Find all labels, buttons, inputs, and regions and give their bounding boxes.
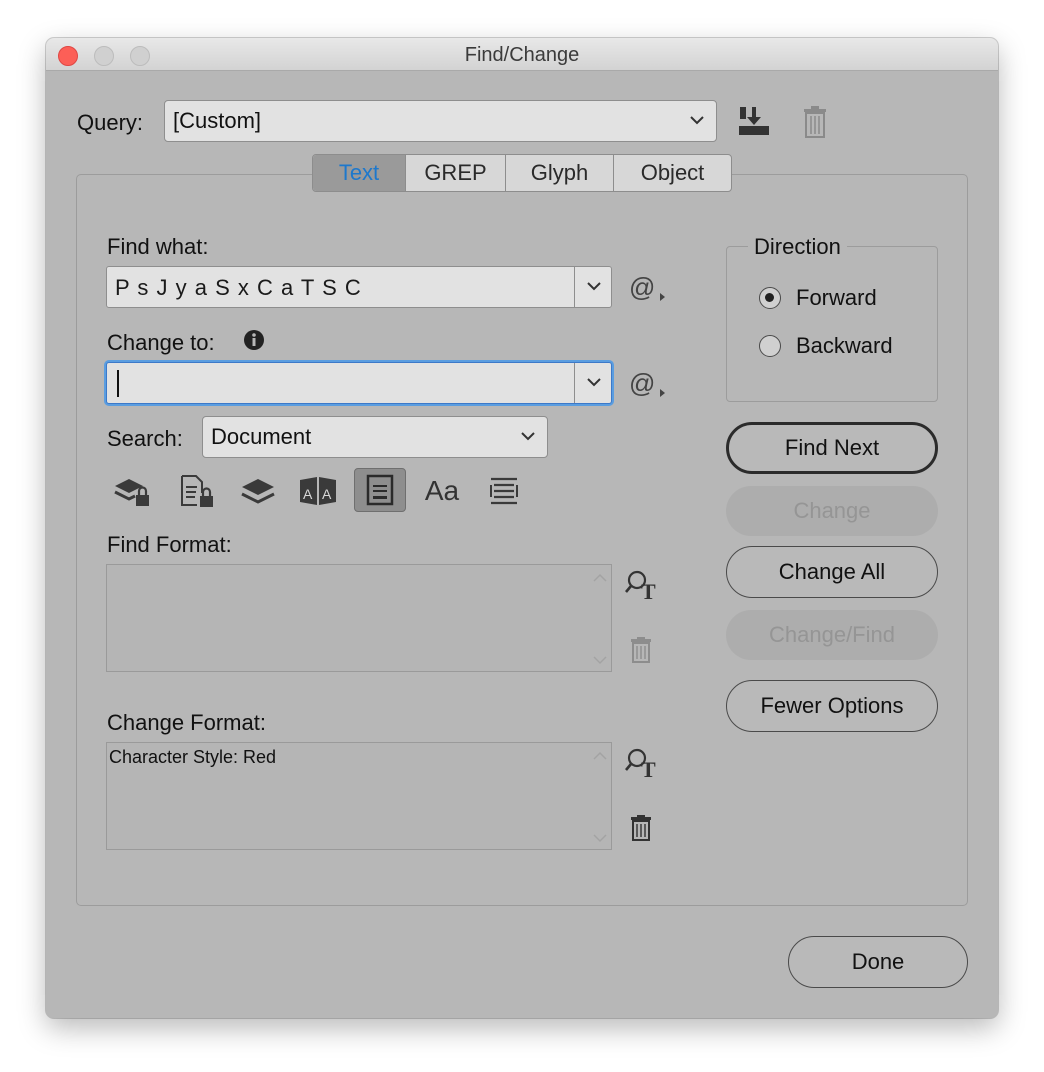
scroll-up-icon[interactable] bbox=[593, 573, 607, 583]
window-title: Find/Change bbox=[464, 44, 580, 66]
delete-query-icon[interactable] bbox=[798, 104, 832, 140]
title-bar: Find/Change bbox=[46, 38, 998, 71]
svg-text:@: @ bbox=[629, 369, 655, 398]
specify-change-format-icon[interactable]: T bbox=[624, 746, 660, 780]
chevron-down-icon bbox=[521, 428, 535, 446]
include-locked-stories-icon[interactable] bbox=[174, 470, 218, 512]
find-what-label: Find what: bbox=[107, 234, 209, 259]
direction-group bbox=[726, 246, 938, 402]
find-next-button[interactable]: Find Next bbox=[726, 422, 938, 474]
tab-object[interactable]: Object bbox=[613, 155, 731, 191]
search-scope-value: Document bbox=[211, 424, 312, 449]
change-find-button[interactable]: Change/Find bbox=[726, 610, 938, 660]
clear-change-format-icon[interactable] bbox=[626, 812, 656, 844]
special-characters-find-icon[interactable]: @ bbox=[628, 272, 666, 304]
radio-backward[interactable] bbox=[759, 335, 781, 357]
scroll-down-icon[interactable] bbox=[593, 655, 607, 665]
whole-word-icon[interactable] bbox=[482, 470, 526, 512]
find-format-label: Find Format: bbox=[107, 532, 232, 557]
done-button[interactable]: Done bbox=[788, 936, 968, 988]
specify-find-format-icon[interactable]: T bbox=[624, 568, 660, 602]
backward-label[interactable]: Backward bbox=[796, 333, 893, 359]
find-what-field[interactable]: P s J y a S x C a T S C bbox=[106, 266, 612, 308]
change-format-box: Character Style: Red bbox=[106, 742, 612, 850]
svg-text:@: @ bbox=[629, 273, 655, 302]
forward-label[interactable]: Forward bbox=[796, 285, 877, 311]
change-all-button[interactable]: Change All bbox=[726, 546, 938, 598]
query-select[interactable]: [Custom] bbox=[164, 100, 717, 142]
search-mode-tabs: Text GREP Glyph Object bbox=[312, 154, 732, 192]
change-format-value: Character Style: Red bbox=[109, 747, 277, 767]
search-scope-select[interactable]: Document bbox=[202, 416, 548, 458]
include-master-pages-icon[interactable]: A A bbox=[296, 470, 340, 512]
change-to-label: Change to: bbox=[107, 330, 215, 355]
svg-text:A: A bbox=[322, 486, 332, 502]
scroll-down-icon[interactable] bbox=[593, 833, 607, 843]
svg-text:A: A bbox=[303, 486, 313, 502]
case-sensitive-icon[interactable]: Aa bbox=[420, 470, 464, 512]
search-label: Search: bbox=[107, 426, 183, 451]
combo-divider bbox=[574, 267, 575, 307]
tab-glyph[interactable]: Glyph bbox=[505, 155, 613, 191]
chevron-down-icon[interactable] bbox=[587, 374, 601, 392]
combo-divider bbox=[574, 363, 575, 403]
clear-find-format-icon[interactable] bbox=[626, 634, 656, 666]
change-button[interactable]: Change bbox=[726, 486, 938, 536]
change-format-label: Change Format: bbox=[107, 710, 266, 735]
svg-text:T: T bbox=[641, 579, 656, 601]
scroll-up-icon[interactable] bbox=[593, 751, 607, 761]
fewer-options-button[interactable]: Fewer Options bbox=[726, 680, 938, 732]
svg-text:T: T bbox=[641, 757, 656, 779]
info-icon[interactable] bbox=[242, 328, 266, 352]
query-value: [Custom] bbox=[173, 108, 262, 133]
special-characters-change-icon[interactable]: @ bbox=[628, 368, 666, 400]
text-cursor bbox=[117, 370, 119, 397]
radio-forward[interactable] bbox=[759, 287, 781, 309]
chevron-down-icon bbox=[690, 112, 704, 130]
include-locked-layers-icon[interactable] bbox=[110, 470, 154, 512]
include-hidden-layers-icon[interactable] bbox=[236, 470, 280, 512]
change-to-field[interactable] bbox=[106, 362, 612, 404]
direction-label: Direction bbox=[748, 234, 847, 260]
find-change-dialog: Find/Change Query: [Custom] Text GREP Gl… bbox=[46, 38, 998, 1018]
find-format-box bbox=[106, 564, 612, 672]
tab-grep[interactable]: GREP bbox=[405, 155, 505, 191]
find-what-value: P s J y a S x C a T S C bbox=[115, 275, 362, 300]
case-sensitive-glyph: Aa bbox=[424, 475, 460, 506]
include-footnotes-icon[interactable] bbox=[354, 468, 406, 512]
save-query-icon[interactable] bbox=[736, 104, 772, 138]
query-label: Query: bbox=[77, 110, 144, 135]
chevron-down-icon[interactable] bbox=[587, 278, 601, 296]
tab-text[interactable]: Text bbox=[313, 155, 405, 191]
